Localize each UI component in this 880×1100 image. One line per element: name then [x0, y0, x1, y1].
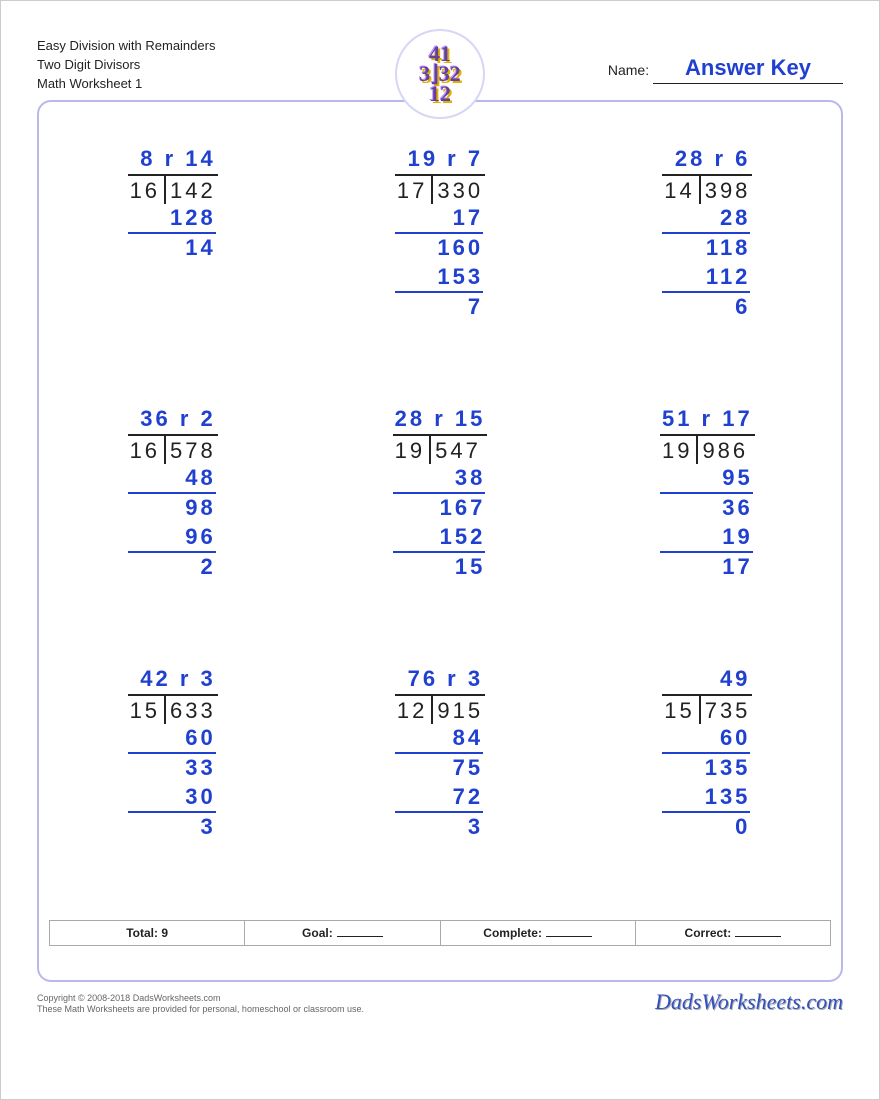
badge-container: 41 3⌋32 12	[395, 29, 485, 119]
quotient: 28 r 15	[393, 406, 488, 436]
problem-cell: 4915735601351350	[574, 646, 841, 906]
footer: Copyright © 2008-2018 DadsWorksheets.com…	[37, 988, 843, 1017]
dividend: 986	[696, 436, 750, 464]
dividend: 547	[429, 436, 483, 464]
work-steps: 601351350	[662, 724, 752, 842]
work-steps: 95361917	[660, 464, 755, 582]
divisor: 19	[660, 436, 696, 464]
dividend: 735	[699, 696, 753, 724]
copyright-line-2: These Math Worksheets are provided for p…	[37, 1004, 364, 1016]
divisor: 16	[128, 436, 164, 464]
quotient: 36 r 2	[128, 406, 218, 436]
problem-cell: 19 r 717330171601537	[306, 126, 573, 386]
divisor: 17	[395, 176, 431, 204]
divisor: 14	[662, 176, 698, 204]
work-steps: 6033303	[128, 724, 218, 842]
problem-cell: 28 r 15195473816715215	[306, 386, 573, 646]
work-steps: 12814	[128, 204, 218, 263]
quotient: 19 r 7	[395, 146, 485, 176]
quotient: 28 r 6	[662, 146, 752, 176]
copyright-line-1: Copyright © 2008-2018 DadsWorksheets.com	[37, 993, 364, 1005]
title-line-2: Two Digit Divisors	[37, 56, 215, 75]
dividend: 633	[164, 696, 218, 724]
content-frame: 8 r 14161421281419 r 71733017160153728 r…	[37, 100, 843, 982]
divisor: 16	[128, 176, 164, 204]
quotient: 8 r 14	[128, 146, 218, 176]
quotient: 42 r 3	[128, 666, 218, 696]
name-value: Answer Key	[653, 55, 843, 84]
summary-bar: Total: 9 Goal: Complete: Correct:	[49, 920, 831, 946]
problem-cell: 51 r 171998695361917	[574, 386, 841, 646]
title-block: Easy Division with Remainders Two Digit …	[37, 35, 215, 94]
title-line-1: Easy Division with Remainders	[37, 37, 215, 56]
goal-cell: Goal:	[245, 921, 440, 945]
dividend: 578	[164, 436, 218, 464]
complete-cell: Complete:	[441, 921, 636, 945]
name-label: Name:	[608, 62, 649, 78]
division-badge-icon: 41 3⌋32 12	[395, 29, 485, 119]
problem-cell: 8 r 141614212814	[39, 126, 306, 386]
problem-cell: 36 r 2165784898962	[39, 386, 306, 646]
work-steps: 171601537	[395, 204, 485, 322]
site-logo: DadsWorksheets.com	[655, 988, 843, 1017]
correct-cell: Correct:	[636, 921, 830, 945]
work-steps: 8475723	[395, 724, 485, 842]
problem-cell: 28 r 614398281181126	[574, 126, 841, 386]
quotient: 76 r 3	[395, 666, 485, 696]
dividend: 398	[699, 176, 753, 204]
problem-cell: 42 r 3156336033303	[39, 646, 306, 906]
problems-grid: 8 r 14161421281419 r 71733017160153728 r…	[39, 126, 841, 906]
title-line-3: Math Worksheet 1	[37, 75, 215, 94]
total-cell: Total: 9	[50, 921, 245, 945]
problem-cell: 76 r 3129158475723	[306, 646, 573, 906]
dividend: 330	[431, 176, 485, 204]
divisor: 15	[128, 696, 164, 724]
dividend: 915	[431, 696, 485, 724]
worksheet-page: Easy Division with Remainders Two Digit …	[0, 0, 880, 1100]
divisor: 19	[393, 436, 429, 464]
work-steps: 3816715215	[393, 464, 488, 582]
work-steps: 281181126	[662, 204, 752, 322]
dividend: 142	[164, 176, 218, 204]
quotient: 49	[662, 666, 752, 696]
divisor: 15	[662, 696, 698, 724]
name-field: Name: Answer Key	[608, 35, 843, 84]
quotient: 51 r 17	[660, 406, 755, 436]
divisor: 12	[395, 696, 431, 724]
work-steps: 4898962	[128, 464, 218, 582]
